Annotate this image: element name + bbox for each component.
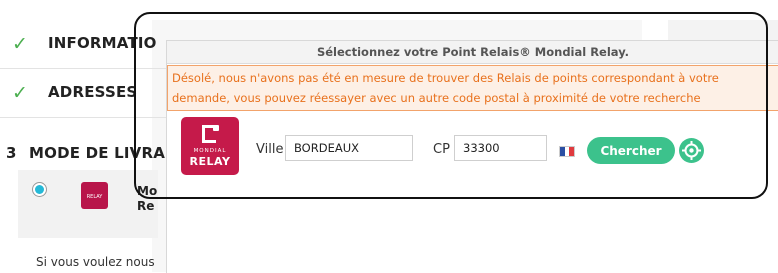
city-input[interactable] <box>285 135 413 161</box>
geolocate-button[interactable] <box>679 138 704 163</box>
step-number: 3 <box>6 144 17 162</box>
step-title: ADRESSES <box>48 83 138 101</box>
crosshair-icon <box>682 141 701 160</box>
zip-input[interactable] <box>454 135 547 161</box>
mondial-relay-logo: MONDIAL RELAY <box>181 117 239 175</box>
step-title: INFORMATIO <box>48 34 157 52</box>
search-button[interactable]: Chercher <box>587 137 675 164</box>
carrier-name: Mo Re <box>137 184 158 213</box>
radio-selected-dot <box>35 185 44 194</box>
city-label: Ville <box>256 142 284 157</box>
check-icon: ✓ <box>12 33 28 55</box>
zip-label: CP <box>433 142 450 157</box>
mondial-relay-logo-small: RELAY <box>81 182 108 209</box>
check-icon: ✓ <box>12 82 28 104</box>
logo-dot <box>213 125 219 131</box>
logo-bottom-text: RELAY <box>189 155 231 168</box>
logo-top-text: MONDIAL <box>193 148 227 154</box>
france-flag-icon <box>559 146 575 157</box>
carrier-radio[interactable] <box>32 182 47 197</box>
error-message: Désolé, nous n'avons pas été en mesure d… <box>167 65 778 111</box>
carrier-option[interactable]: RELAY Mo Re <box>18 170 158 238</box>
shipping-note: Si vous voulez nous <box>36 255 155 269</box>
relay-point-modal: Sélectionnez votre Point Relais® Mondial… <box>166 40 778 273</box>
step-title: MODE DE LIVRA <box>29 144 166 162</box>
modal-title: Sélectionnez votre Point Relais® Mondial… <box>167 41 778 64</box>
